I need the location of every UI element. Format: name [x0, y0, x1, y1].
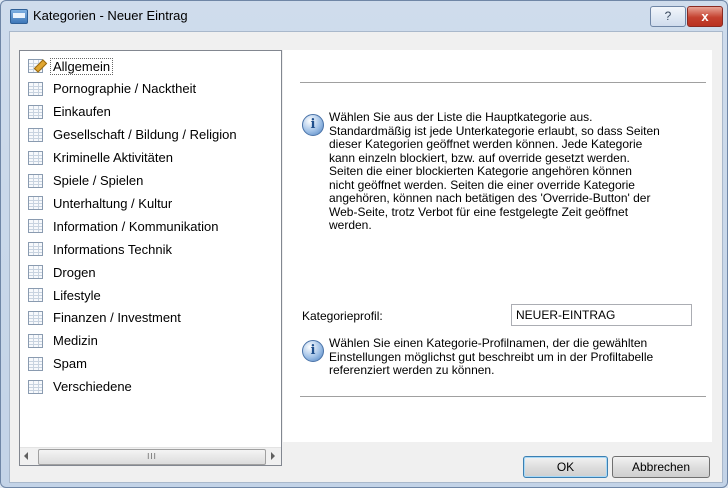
text-line: Wählen Sie einen Kategorie-Profilnamen, … — [329, 336, 648, 350]
edit-table-icon — [28, 59, 48, 73]
dialog-window: Kategorien - Neuer Eintrag ? x Allgemein… — [0, 0, 728, 488]
close-button[interactable]: x — [687, 6, 723, 27]
tree-item[interactable]: Unterhaltung / Kultur — [28, 193, 175, 213]
tree-item-label: Allgemein — [50, 57, 114, 75]
tree-item-label: Gesellschaft / Bildung / Religion — [53, 127, 237, 143]
ok-button[interactable]: OK — [523, 456, 608, 478]
divider-top — [300, 82, 706, 83]
table-icon — [28, 173, 43, 188]
table-icon — [28, 219, 43, 234]
text-line: Standardmäßig ist jede Unterkategorie er… — [329, 123, 660, 138]
tree-item[interactable]: Pornographie / Nacktheit — [28, 79, 199, 99]
scroll-thumb[interactable]: III — [38, 449, 266, 465]
text-line: Seiten die einer blockierten Kategorie a… — [329, 164, 632, 178]
text-line: dieser Kategorien geöffnet werden können… — [329, 137, 643, 151]
tree-item[interactable]: Lifestyle — [28, 285, 104, 305]
detail-panel: i Wählen Sie aus der Liste die Hauptkate… — [283, 50, 712, 442]
cancel-button[interactable]: Abbrechen — [612, 456, 710, 478]
text-line: kann einzeln blockiert, bzw. auf overrid… — [329, 150, 630, 165]
tree-item[interactable]: Medizin — [28, 331, 101, 351]
window-icon — [10, 9, 28, 24]
text-line: Wählen Sie aus der Liste die Hauptkatego… — [329, 110, 593, 124]
tree-item-label: Drogen — [53, 264, 96, 280]
info-text-main: Wählen Sie aus der Liste die Hauptkatego… — [329, 110, 660, 233]
scroll-right-icon[interactable] — [271, 452, 275, 460]
tree-item[interactable]: Gesellschaft / Bildung / Religion — [28, 125, 240, 145]
tree-item[interactable]: Spiele / Spielen — [28, 171, 146, 191]
tree-item-label: Spam — [53, 356, 87, 372]
profile-input[interactable]: NEUER-EINTRAG — [511, 304, 692, 326]
tree-item[interactable]: Einkaufen — [28, 102, 114, 122]
tree-item[interactable]: Finanzen / Investment — [28, 308, 184, 328]
text-line: referenziert werden zu können. — [329, 363, 495, 377]
tree-item[interactable]: Kriminelle Aktivitäten — [28, 148, 176, 168]
tree-item[interactable]: Information / Kommunikation — [28, 216, 221, 236]
dialog-body: Allgemein Pornographie / Nacktheit Einkauf… — [9, 31, 723, 483]
info-icon: i — [302, 340, 324, 362]
table-icon — [28, 196, 43, 211]
tree-item[interactable]: Allgemein — [28, 56, 114, 76]
table-icon — [28, 242, 43, 257]
scroll-left-icon[interactable] — [24, 452, 28, 460]
text-line: Web-Seite, trotz Verbot für eine festgel… — [329, 204, 629, 219]
tree-item-label: Spiele / Spielen — [53, 173, 144, 188]
table-icon — [28, 310, 43, 325]
table-icon — [28, 288, 43, 302]
help-button[interactable]: ? — [650, 6, 686, 27]
table-icon — [28, 333, 43, 348]
tree-item-label: Unterhaltung / Kultur — [53, 195, 173, 211]
tree-item[interactable]: Informations Technik — [28, 239, 175, 259]
tree-item-label: Einkaufen — [53, 104, 111, 120]
tree-item-label: Informations Technik — [53, 241, 172, 257]
text-line: angehören, können nach betätigen des 'Ov… — [329, 191, 651, 205]
tree-item-label: Information / Kommunikation — [53, 218, 219, 234]
table-icon — [28, 265, 43, 280]
category-tree[interactable]: Allgemein Pornographie / Nacktheit Einkauf… — [19, 50, 282, 466]
table-icon — [28, 127, 43, 142]
table-icon — [28, 104, 43, 119]
tree-item-label: Pornographie / Nacktheit — [53, 81, 197, 97]
title-bar[interactable]: Kategorien - Neuer Eintrag ? x — [1, 1, 727, 31]
window-title: Kategorien - Neuer Eintrag — [33, 8, 188, 23]
text-line: werden. — [329, 218, 372, 232]
text-line: Einstellungen möglichst gut beschreibt u… — [329, 349, 654, 364]
table-icon — [28, 379, 43, 394]
info-text-profile: Wählen Sie einen Kategorie-Profilnamen, … — [329, 336, 654, 378]
horizontal-scrollbar[interactable]: III — [20, 447, 281, 465]
tree-item[interactable]: Verschiedene — [28, 377, 135, 397]
profile-label: Kategorieprofil: — [302, 309, 383, 323]
divider-bottom — [300, 396, 706, 397]
tree-item[interactable]: Spam — [28, 354, 90, 374]
table-icon — [28, 150, 43, 165]
table-icon — [28, 81, 43, 96]
table-icon — [28, 356, 43, 371]
tree-item-label: Kriminelle Aktivitäten — [53, 150, 173, 166]
tree-item-label: Verschiedene — [53, 379, 132, 395]
tree-item-label: Finanzen / Investment — [53, 310, 181, 326]
tree-item-label: Medizin — [53, 333, 98, 349]
tree-item[interactable]: Drogen — [28, 262, 99, 282]
text-line: nicht geöffnet werden. Seiten die einer … — [329, 177, 635, 192]
tree-item-label: Lifestyle — [53, 287, 101, 303]
info-icon: i — [302, 114, 324, 136]
